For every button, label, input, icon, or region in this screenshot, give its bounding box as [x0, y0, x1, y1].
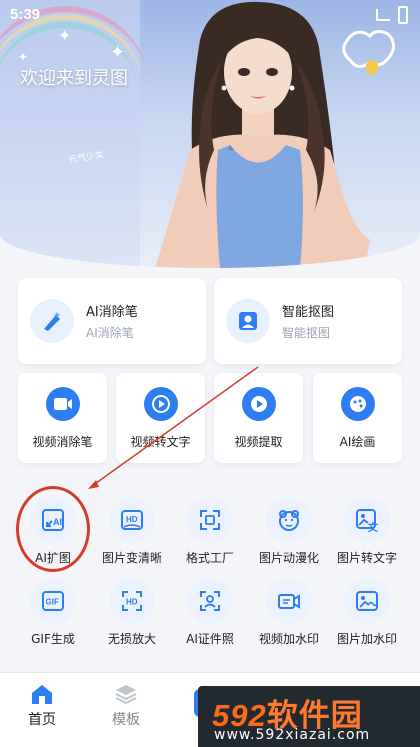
tool-video-watermark[interactable]: 视频加水印 [247, 578, 331, 647]
nav-templates[interactable]: 模板 [96, 683, 156, 729]
svg-text:HD: HD [126, 598, 138, 607]
tool-label: 视频加水印 [258, 632, 319, 646]
svg-text:GIF: GIF [46, 598, 59, 607]
tool-label: 图片加水印 [336, 632, 397, 646]
gif-icon: GIF [30, 578, 76, 624]
tool-upscale[interactable]: HD 无损放大 [90, 578, 174, 647]
svg-text:HD: HD [126, 515, 138, 524]
tool-label: GIF生成 [31, 632, 75, 646]
id-photo-icon [187, 578, 233, 624]
image-watermark-icon [344, 578, 390, 624]
tool-label: 格式工厂 [185, 551, 234, 565]
tool-image-to-text[interactable]: 文 图片转文字 [325, 497, 409, 566]
tool-gif[interactable]: GIF GIF生成 [11, 578, 95, 647]
site-watermark: 592软件园 www.592xiazai.com [198, 686, 420, 747]
tool-label: AI证件照 [186, 632, 234, 646]
hd-upscale-icon: HD [109, 578, 155, 624]
nav-templates-label: 模板 [112, 712, 140, 728]
layers-icon [115, 685, 137, 705]
tool-format-factory[interactable]: 格式工厂 [168, 497, 252, 566]
watermark-url: www.592xiazai.com [214, 727, 371, 743]
nav-home-label: 首页 [28, 712, 56, 728]
anime-bear-icon [266, 497, 312, 543]
tool-label: 无损放大 [107, 632, 156, 646]
home-icon [32, 685, 52, 704]
tool-hd-image[interactable]: HD 图片变清晰 [90, 497, 174, 566]
video-watermark-icon [266, 578, 312, 624]
tool-anime[interactable]: 图片动漫化 [247, 497, 331, 566]
tool-id-photo[interactable]: AI证件照 [168, 578, 252, 647]
tool-image-watermark[interactable]: 图片加水印 [325, 578, 409, 647]
svg-text:文: 文 [368, 521, 379, 533]
format-factory-icon [187, 497, 233, 543]
tool-label: 图片动漫化 [258, 551, 319, 565]
nav-home[interactable]: 首页 [12, 683, 72, 729]
tool-label: 图片变清晰 [101, 551, 162, 565]
image-to-text-icon: 文 [344, 497, 390, 543]
tool-label: 图片转文字 [336, 551, 397, 565]
highlight-circle [16, 486, 90, 572]
hd-image-icon: HD [109, 497, 155, 543]
